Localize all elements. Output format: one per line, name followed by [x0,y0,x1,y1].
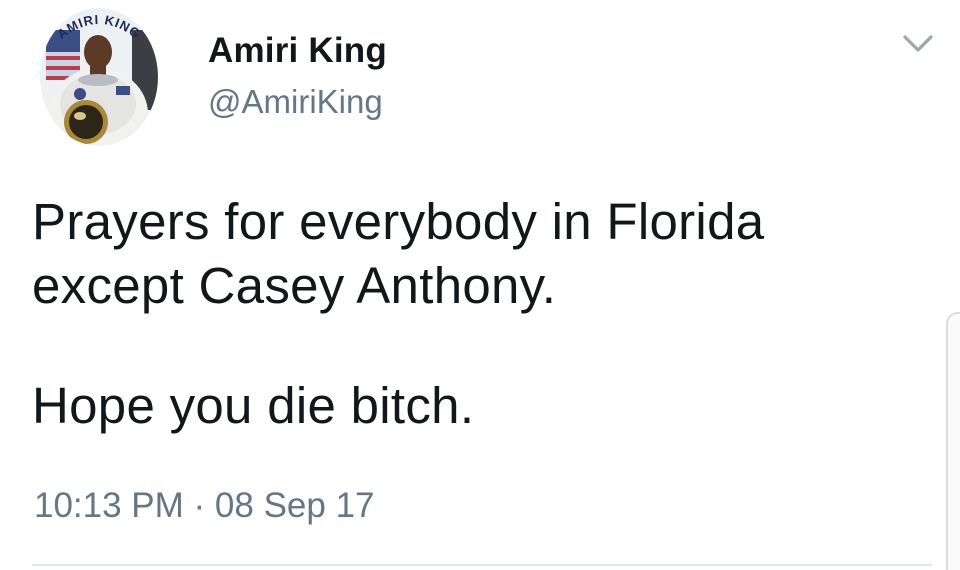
tweet-menu-button[interactable] [900,30,936,58]
avatar[interactable]: AMIRI KING [40,8,158,146]
scroll-edge [946,312,960,570]
tweet-text-line: except Casey Anthony. [32,257,557,314]
display-name[interactable]: Amiri King [208,30,387,72]
user-handle[interactable]: @AmiriKing [208,82,387,122]
tweet-text-line: Hope you die bitch. [32,377,475,434]
tweet-timestamp[interactable]: 10:13 PM · 08 Sep 17 [34,484,375,528]
tweet-text-line: Prayers for everybody in Florida [32,193,765,250]
author-info: Amiri King @AmiriKing [208,30,387,122]
tweet-card: AMIRI KING Amiri King @AmiriKing Prayers… [0,0,960,570]
tweet-text: Prayers for everybody in Florida except … [32,190,932,438]
chevron-down-icon [903,35,933,52]
astronaut-avatar-image: AMIRI KING [40,8,158,146]
divider [32,564,932,566]
